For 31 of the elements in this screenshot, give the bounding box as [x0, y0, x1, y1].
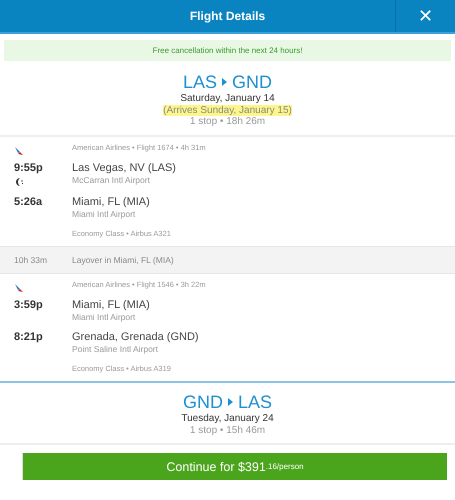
departure-date: Saturday, January 14: [180, 93, 275, 105]
city-name: Miami, FL (MIA): [72, 195, 151, 209]
departure-date: Tuesday, January 24: [181, 413, 274, 425]
airport-name: McCarran Intl Airport: [72, 175, 151, 185]
origin-code: GND: [182, 391, 223, 413]
arrival-note: (Arrives Sunday, January 15): [163, 105, 292, 116]
layover-location: Layover in Miami, FL (MIA): [72, 255, 174, 265]
arrow-icon: [222, 78, 228, 86]
arrow-icon: [228, 398, 233, 406]
city-name: Las Vegas, NV (LAS): [72, 161, 177, 175]
city-name: Grenada, Grenada (GND): [72, 330, 200, 344]
cancellation-notice: Free cancellation within the next 24 hours!: [4, 40, 451, 61]
flight-time: 3:59p: [14, 298, 44, 312]
destination-code: LAS: [238, 391, 272, 413]
continue-button[interactable]: Continue for $391.16/person: [22, 453, 447, 480]
moon-icon: [14, 177, 24, 187]
city-name: Miami, FL (MIA): [72, 298, 151, 312]
flight-time: 5:26a: [14, 195, 44, 209]
flight-time: 9:55p: [14, 161, 44, 175]
trip-summary: 1 stop • 18h 26m: [190, 116, 266, 128]
airport-name: Miami Intl Airport: [72, 312, 136, 322]
origin-code: LAS: [182, 71, 218, 93]
destination-code: GND: [232, 71, 272, 93]
airport-name: Point Saline Intl Airport: [72, 344, 159, 354]
window-title: Flight Details: [188, 8, 266, 25]
flight-time: 8:21p: [14, 330, 44, 344]
layover-duration: 10h 33m: [14, 255, 48, 265]
airport-name: Miami Intl Airport: [72, 209, 136, 219]
airline-logo-icon: [14, 283, 24, 293]
trip-summary: 1 stop • 15h 46m: [190, 425, 266, 437]
airline-logo-icon: [14, 146, 24, 156]
